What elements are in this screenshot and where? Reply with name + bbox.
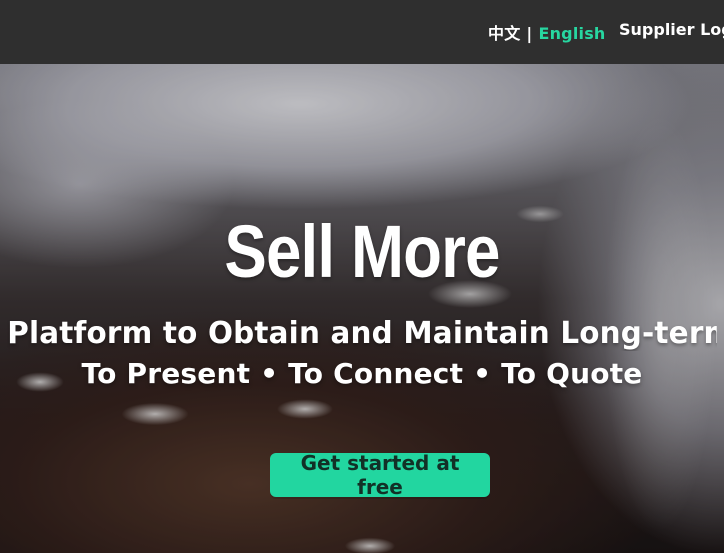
top-navigation-bar: 中文 | English Supplier Logi	[0, 0, 724, 64]
hero-subtitle-line-1: Platform to Obtain and Maintain Long-ter…	[7, 316, 717, 351]
supplier-login-link[interactable]: Supplier Logi	[619, 20, 724, 39]
language-chinese-link[interactable]: 中文	[488, 24, 520, 43]
hero-subtitle-line-2: To Present • To Connect • To Quote	[81, 357, 643, 390]
language-separator: |	[526, 24, 533, 43]
hero-subtitle: Platform to Obtain and Maintain Long-ter…	[0, 316, 724, 390]
hero-banner: Sell More Platform to Obtain and Maintai…	[0, 64, 724, 553]
language-english-link[interactable]: English	[538, 24, 605, 43]
hero-title: Sell More	[224, 210, 500, 293]
language-switcher: 中文 | English	[488, 20, 606, 44]
get-started-button[interactable]: Get started at free	[270, 451, 490, 499]
